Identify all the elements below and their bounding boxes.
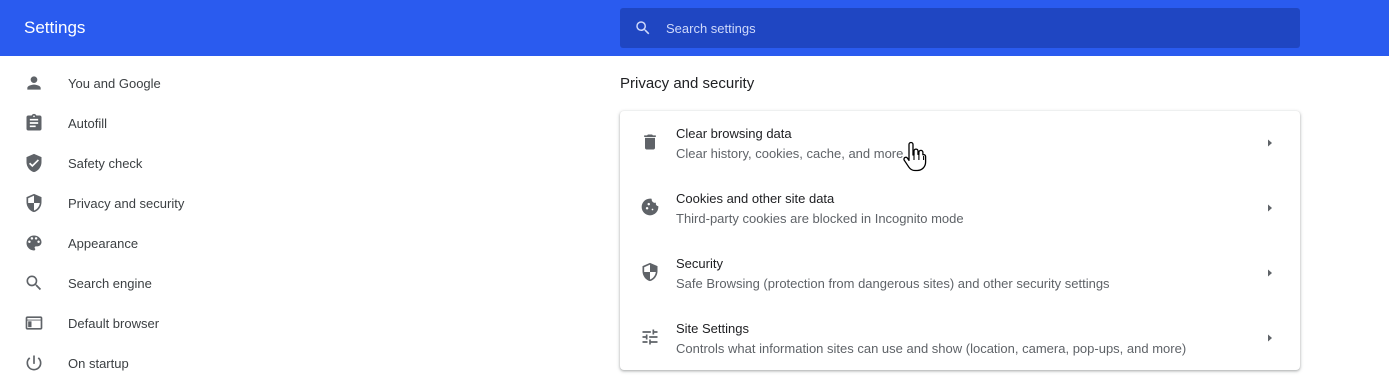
shield-check-icon (26, 153, 42, 173)
row-title: Clear browsing data (676, 126, 792, 141)
sidebar-item-privacy-and-security[interactable]: Privacy and security (0, 183, 320, 223)
row-title: Security (676, 256, 723, 271)
privacy-settings-card: Clear browsing data Clear history, cooki… (620, 111, 1300, 370)
arrow-right-icon (1268, 139, 1272, 147)
arrow-right-icon (1268, 334, 1272, 342)
search-input[interactable] (666, 8, 1286, 48)
sidebar-item-label: Privacy and security (68, 196, 185, 211)
sidebar-item-label: Search engine (68, 276, 152, 291)
row-subtitle: Clear history, cookies, cache, and more (676, 146, 904, 161)
browser-window-icon (25, 316, 43, 330)
row-title: Site Settings (676, 321, 749, 336)
top-bar: Settings (0, 0, 1389, 56)
sidebar-item-default-browser[interactable]: Default browser (0, 303, 320, 343)
row-clear-browsing-data[interactable]: Clear browsing data Clear history, cooki… (620, 111, 1300, 176)
shield-icon (26, 193, 42, 213)
sidebar-item-search-engine[interactable]: Search engine (0, 263, 320, 303)
person-icon (27, 76, 41, 90)
arrow-right-icon (1268, 204, 1272, 212)
palette-icon (26, 235, 42, 251)
sidebar-item-appearance[interactable]: Appearance (0, 223, 320, 263)
arrow-right-icon (1268, 269, 1272, 277)
row-title: Cookies and other site data (676, 191, 835, 206)
row-subtitle: Safe Browsing (protection from dangerous… (676, 276, 1110, 291)
app-title: Settings (24, 18, 86, 37)
sidebar-item-label: Default browser (68, 316, 160, 331)
hand-pointer-cursor-icon (903, 141, 927, 172)
row-security[interactable]: Security Safe Browsing (protection from … (620, 241, 1300, 306)
sidebar-item-autofill[interactable]: Autofill (0, 103, 320, 143)
cookie-icon (641, 198, 659, 216)
search-box[interactable] (620, 8, 1300, 48)
sidebar-item-on-startup[interactable]: On startup (0, 343, 320, 383)
sidebar-item-label: You and Google (68, 76, 161, 91)
section-title: Privacy and security (620, 75, 755, 92)
sidebar-item-label: On startup (68, 356, 129, 371)
power-icon (26, 355, 42, 371)
row-subtitle: Controls what information sites can use … (676, 341, 1187, 356)
trash-icon (644, 134, 656, 150)
row-subtitle: Third-party cookies are blocked in Incog… (676, 211, 964, 226)
tune-icon (642, 329, 658, 345)
sidebar-item-label: Autofill (68, 116, 108, 131)
row-cookies[interactable]: Cookies and other site data Third-party … (620, 176, 1300, 241)
search-icon (636, 21, 650, 35)
sidebar-item-you-and-google[interactable]: You and Google (0, 63, 320, 103)
sidebar-item-label: Safety check (68, 156, 143, 171)
search-icon (26, 275, 42, 291)
row-site-settings[interactable]: Site Settings Controls what information … (620, 306, 1300, 371)
sidebar-item-safety-check[interactable]: Safety check (0, 143, 320, 183)
shield-icon (642, 262, 658, 282)
sidebar-item-label: Appearance (68, 236, 139, 251)
clipboard-icon (26, 113, 42, 131)
